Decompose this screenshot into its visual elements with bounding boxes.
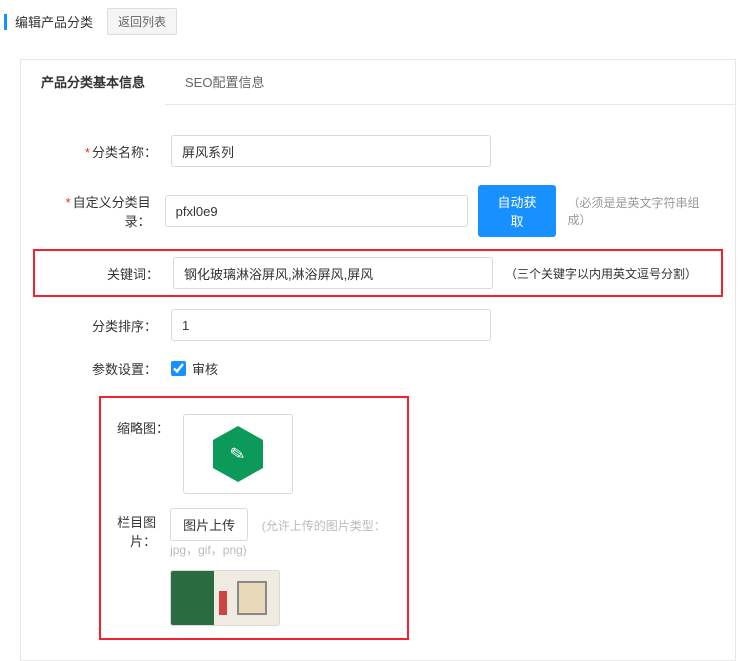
header-accent-bar [4, 14, 7, 30]
input-keywords[interactable] [173, 257, 493, 289]
label-params: 参数设置： [41, 359, 171, 378]
input-sort[interactable] [171, 309, 491, 341]
tab-seo-config[interactable]: SEO配置信息 [165, 60, 284, 104]
row-sort: 分类排序： [41, 309, 715, 341]
highlight-keywords-row: 关键词： （三个关键字以内用英文逗号分割） [33, 249, 723, 297]
main-panel: 产品分类基本信息 SEO配置信息 *分类名称： *自定义分类目录： 自动获取 （… [20, 59, 736, 661]
input-category-name[interactable] [171, 135, 491, 167]
thumbnail-preview[interactable]: ✎ [183, 414, 293, 494]
label-thumbnail: 缩略图： [113, 414, 183, 437]
column-image-preview[interactable] [170, 570, 280, 626]
row-custom-dir: *自定义分类目录： 自动获取 （必须是是英文字符串组成） [41, 185, 715, 237]
label-custom-dir: *自定义分类目录： [41, 192, 165, 230]
highlight-image-section: 缩略图： ✎ 栏目图片： 图片上传 (允许上传的图片类型：jpg，gif，png… [99, 396, 409, 640]
auto-fetch-button[interactable]: 自动获取 [478, 185, 555, 237]
row-keywords: 关键词： （三个关键字以内用英文逗号分割） [43, 257, 713, 289]
row-params: 参数设置： 审核 [41, 359, 715, 378]
checkbox-audit-wrap: 审核 [171, 359, 218, 378]
back-list-button[interactable]: 返回列表 [107, 8, 177, 35]
label-column-image: 栏目图片： [113, 508, 170, 550]
checkbox-audit[interactable] [171, 361, 186, 376]
column-image-controls: 图片上传 (允许上传的图片类型：jpg，gif，png) [170, 508, 395, 626]
hint-keywords: （三个关键字以内用英文逗号分割） [505, 265, 697, 282]
page-title: 编辑产品分类 [15, 12, 93, 31]
label-category-name: *分类名称： [41, 142, 171, 161]
row-column-image: 栏目图片： 图片上传 (允许上传的图片类型：jpg，gif，png) [113, 508, 395, 626]
row-category-name: *分类名称： [41, 135, 715, 167]
row-thumbnail: 缩略图： ✎ [113, 414, 395, 494]
checkbox-audit-label: 审核 [192, 359, 218, 378]
hexagon-icon: ✎ [213, 426, 263, 482]
upload-image-button[interactable]: 图片上传 [170, 508, 248, 541]
tab-basic-info[interactable]: 产品分类基本信息 [21, 60, 165, 105]
input-custom-dir[interactable] [165, 195, 469, 227]
label-sort: 分类排序： [41, 316, 171, 335]
hexagon-glyph: ✎ [229, 442, 248, 465]
form-body: *分类名称： *自定义分类目录： 自动获取 （必须是是英文字符串组成） 关键词：… [21, 105, 735, 660]
hint-custom-dir: （必须是是英文字符串组成） [568, 194, 715, 228]
tabs: 产品分类基本信息 SEO配置信息 [21, 60, 735, 105]
label-keywords: 关键词： [43, 264, 173, 283]
